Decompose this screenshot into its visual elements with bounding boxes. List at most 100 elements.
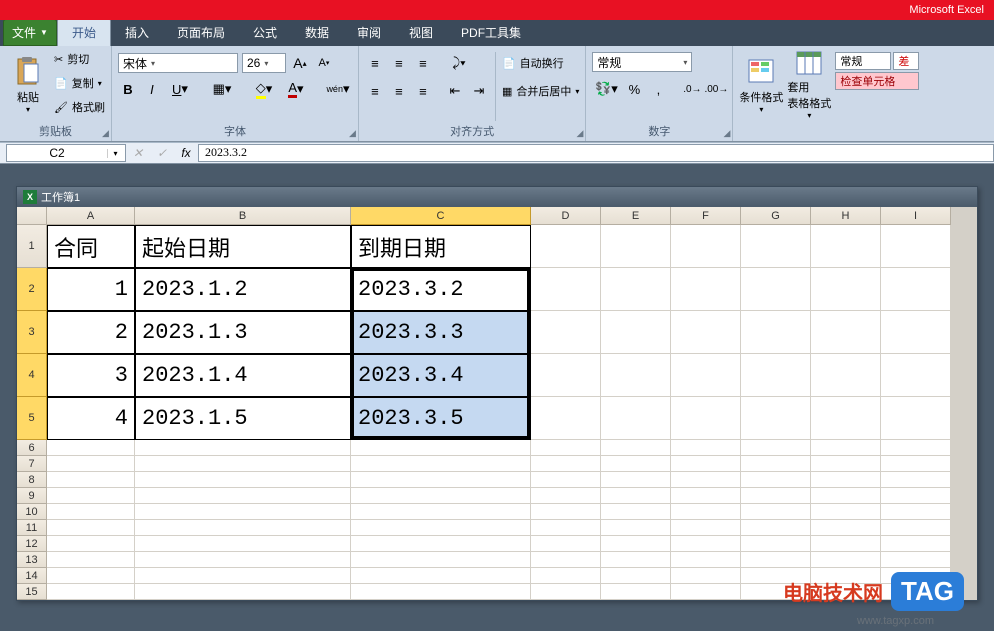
cancel-icon[interactable]: ✕ [126,146,150,160]
cell[interactable] [881,311,951,354]
cell[interactable] [531,472,601,488]
cell[interactable] [601,440,671,456]
copy-button[interactable]: 📄复制▾ [54,72,105,94]
cell[interactable] [531,504,601,520]
cell[interactable] [671,504,741,520]
cell[interactable] [881,440,951,456]
cell[interactable] [531,440,601,456]
cell[interactable] [881,504,951,520]
fill-color-icon[interactable]: ◇▾ [250,79,278,99]
cell[interactable] [741,397,811,440]
cell[interactable] [741,504,811,520]
style-normal[interactable]: 常规 [835,52,891,70]
cell[interactable] [811,488,881,504]
cell[interactable] [47,536,135,552]
select-all-corner[interactable] [17,207,47,225]
align-left-icon[interactable]: ≡ [365,81,385,101]
col-header[interactable]: D [531,207,601,225]
tab-layout[interactable]: 页面布局 [163,19,239,46]
cell[interactable] [671,552,741,568]
tab-view[interactable]: 视图 [395,19,447,46]
cell[interactable] [741,536,811,552]
cell[interactable] [741,268,811,311]
decrease-font-icon[interactable]: A▾ [314,53,334,73]
cell[interactable] [531,456,601,472]
paste-button[interactable]: 粘贴▾ [6,48,50,120]
row-header[interactable]: 3 [17,311,47,354]
wrap-text-button[interactable]: 📄自动换行 [502,52,579,74]
row-header[interactable]: 6 [17,440,47,456]
cell[interactable]: 起始日期 [135,225,351,268]
merge-center-button[interactable]: ▦合并后居中▾ [502,80,579,102]
cell[interactable] [531,311,601,354]
cell[interactable] [671,311,741,354]
cell[interactable] [741,472,811,488]
cell[interactable] [811,440,881,456]
conditional-format-button[interactable]: 条件格式▾ [739,48,783,120]
fx-icon[interactable]: fx [174,146,198,160]
cell[interactable] [881,488,951,504]
cell[interactable] [811,268,881,311]
decrease-indent-icon[interactable]: ⇤ [445,81,465,101]
tab-pdf[interactable]: PDF工具集 [447,19,535,46]
cell[interactable] [881,268,951,311]
cell[interactable] [671,520,741,536]
cell[interactable] [601,504,671,520]
increase-font-icon[interactable]: A▴ [290,53,310,73]
col-header[interactable]: H [811,207,881,225]
cell-styles[interactable]: 常规 差 检查单元格 [835,48,919,125]
cell[interactable]: 4 [47,397,135,440]
cell[interactable] [671,440,741,456]
cell[interactable] [881,536,951,552]
cell[interactable] [531,268,601,311]
align-right-icon[interactable]: ≡ [413,81,433,101]
cell[interactable] [135,568,351,584]
cell[interactable] [351,488,531,504]
cell[interactable]: 2023.3.4 [351,354,531,397]
cell[interactable] [811,311,881,354]
cell[interactable] [881,225,951,268]
cell[interactable] [811,472,881,488]
row-header[interactable]: 11 [17,520,47,536]
cell[interactable] [531,584,601,600]
cell[interactable] [47,520,135,536]
row-header[interactable]: 15 [17,584,47,600]
cell[interactable] [601,225,671,268]
enter-icon[interactable]: ✓ [150,146,174,160]
percent-icon[interactable]: % [624,79,644,99]
font-size-combo[interactable]: 26▾ [242,53,286,73]
cell[interactable]: 3 [47,354,135,397]
cell[interactable] [351,504,531,520]
cell[interactable] [531,552,601,568]
cell[interactable]: 2023.1.4 [135,354,351,397]
cell[interactable] [351,568,531,584]
cell[interactable] [351,584,531,600]
font-name-combo[interactable]: 宋体▾ [118,53,238,73]
cell[interactable] [741,440,811,456]
formula-input[interactable]: 2023.3.2 [198,144,994,162]
cell[interactable] [135,456,351,472]
align-bottom-icon[interactable]: ≡ [413,53,433,73]
tab-file[interactable]: 文件▼ [3,19,57,46]
pinyin-icon[interactable]: wén▾ [324,79,352,99]
cell[interactable]: 2023.3.3 [351,311,531,354]
cell[interactable] [47,568,135,584]
cell[interactable] [811,552,881,568]
cell[interactable] [601,311,671,354]
cell[interactable] [811,456,881,472]
cell[interactable] [601,568,671,584]
tab-formulas[interactable]: 公式 [239,19,291,46]
workbook-titlebar[interactable]: X 工作簿1 [17,187,977,207]
row-header[interactable]: 1 [17,225,47,268]
cell[interactable] [135,472,351,488]
cell[interactable] [601,488,671,504]
cell[interactable] [601,268,671,311]
cell[interactable] [671,225,741,268]
col-header[interactable]: E [601,207,671,225]
cell[interactable] [135,536,351,552]
cell[interactable] [601,456,671,472]
spreadsheet-grid[interactable]: ABCDEFGHI1合同起始日期到期日期212023.1.22023.3.232… [17,207,977,600]
cell[interactable] [811,354,881,397]
style-check[interactable]: 检查单元格 [835,72,919,90]
cell[interactable] [671,488,741,504]
